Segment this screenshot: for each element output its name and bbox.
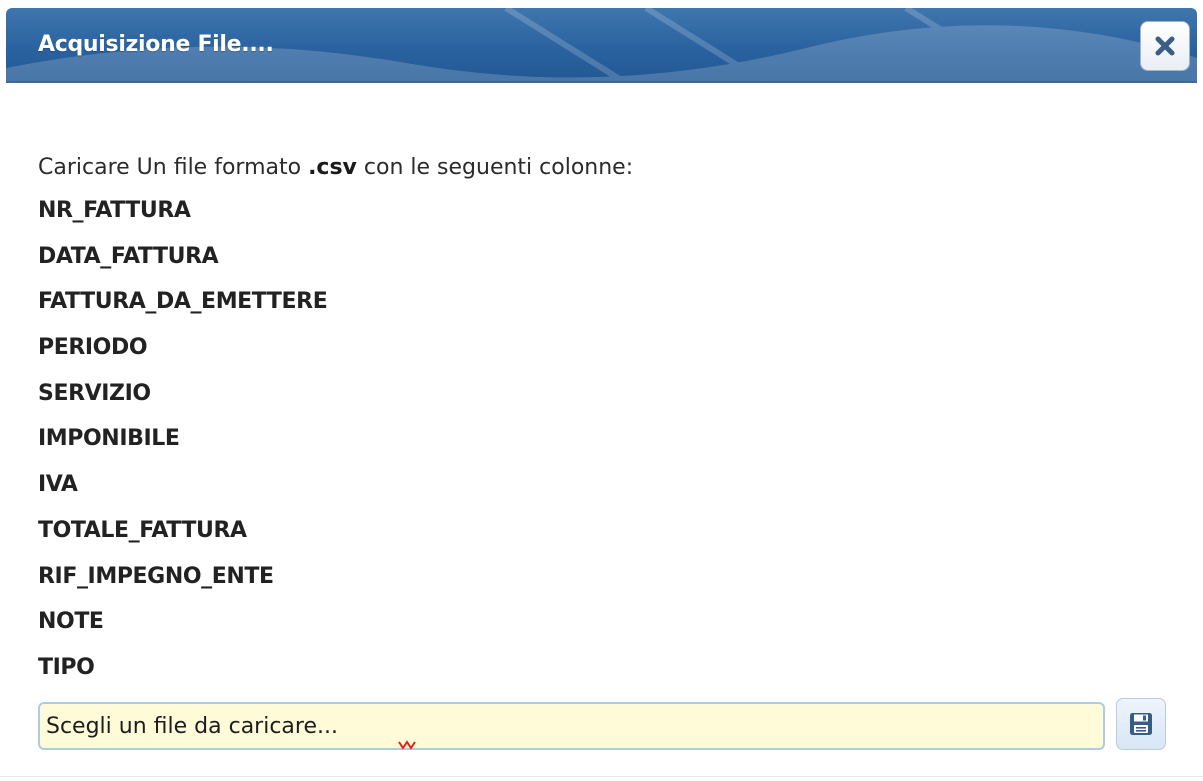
required-columns-list: NR_FATTURA DATA_FATTURA FATTURA_DA_EMETT…	[38, 188, 1158, 691]
file-upload-row	[38, 698, 1168, 754]
dialog-body: Caricare Un file formato .csv con le seg…	[38, 152, 1158, 691]
column-name: DATA_FATTURA	[38, 243, 219, 269]
column-name: TOTALE_FATTURA	[38, 517, 247, 543]
close-icon	[1155, 36, 1175, 56]
file-acquisition-dialog: Acquisizione File.... Caricare Un file f…	[0, 0, 1203, 781]
column-name: PERIODO	[38, 335, 148, 361]
save-button[interactable]	[1116, 698, 1166, 750]
column-name: IVA	[38, 472, 78, 498]
instructions-prefix: Caricare Un file formato	[38, 155, 309, 180]
close-button[interactable]	[1140, 21, 1190, 71]
column-name: NR_FATTURA	[38, 198, 191, 223]
column-name: TIPO	[38, 654, 95, 680]
spellcheck-underline	[398, 740, 416, 750]
instructions-suffix: con le seguenti colonne:	[356, 155, 634, 180]
bottom-divider	[0, 776, 1203, 777]
column-name: SERVIZIO	[38, 380, 151, 406]
dialog-title: Acquisizione File....	[38, 32, 274, 57]
floppy-disk-icon	[1130, 713, 1152, 735]
instructions-text: Caricare Un file formato .csv con le seg…	[38, 152, 1158, 188]
column-name: IMPONIBILE	[38, 426, 180, 452]
column-name: RIF_IMPEGNO_ENTE	[38, 563, 274, 589]
column-name: NOTE	[38, 609, 104, 635]
file-upload-input[interactable]	[38, 702, 1105, 750]
column-name: FATTURA_DA_EMETTERE	[38, 289, 328, 315]
file-extension: .csv	[308, 155, 357, 180]
dialog-titlebar[interactable]: Acquisizione File....	[6, 8, 1197, 83]
